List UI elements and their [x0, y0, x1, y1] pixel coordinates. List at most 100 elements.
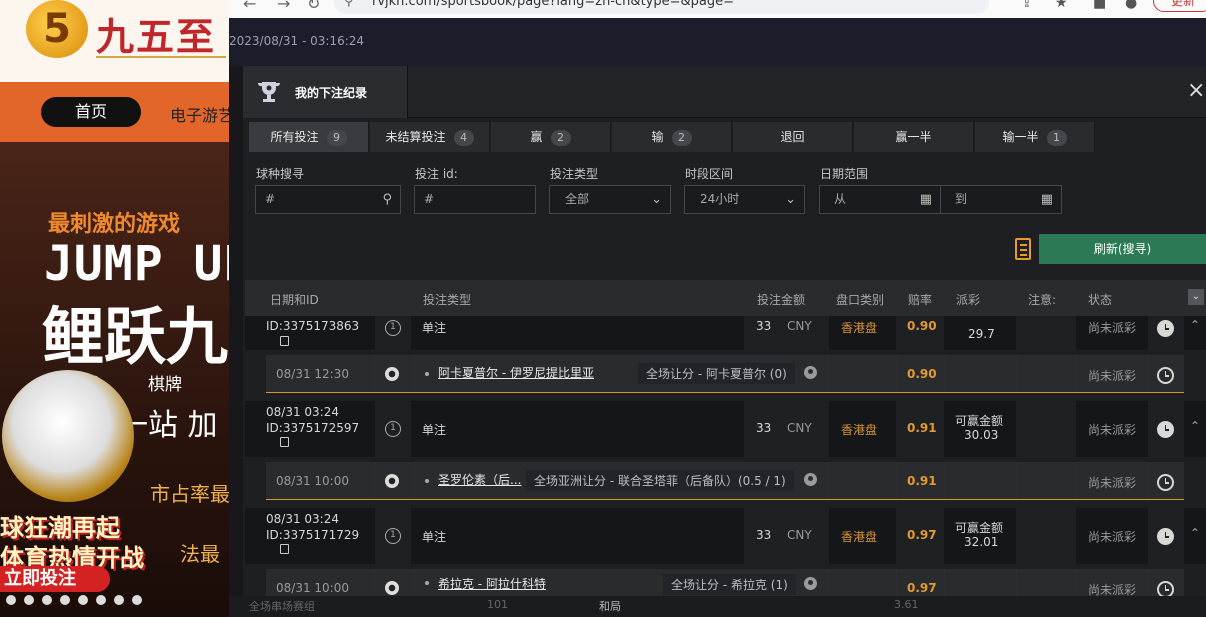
collapse-all-icon[interactable]: ⌄	[1188, 289, 1204, 305]
tab-all-bets[interactable]: 所有投注 9	[249, 122, 369, 152]
sport-search-label: 球种搜寻	[256, 167, 305, 181]
tab-search-icon[interactable]: ■	[1093, 0, 1106, 11]
bet-odds: 0.97	[907, 528, 937, 542]
back-arrow-icon[interactable]: ←	[243, 0, 256, 13]
date-to-input[interactable]: 到 ▦	[940, 185, 1062, 214]
copy-icon[interactable]	[280, 336, 289, 346]
date-from-placeholder: 从	[834, 192, 847, 206]
close-icon[interactable]: ×	[1187, 80, 1205, 102]
profile-icon[interactable]: ●	[1125, 0, 1137, 11]
chevron-up-icon[interactable]: ⌃	[1190, 419, 1200, 433]
odds-type: 香港盘	[841, 423, 878, 437]
tab-won[interactable]: 赢2	[491, 122, 611, 152]
date-range-label: 日期范围	[820, 167, 869, 181]
tab-count-badge: 4	[453, 130, 474, 146]
payout-label: 可赢金额	[955, 521, 1004, 535]
behind-text: 和局	[599, 600, 621, 613]
modal-title-tab: 我的下注纪录	[243, 66, 408, 118]
copy-icon[interactable]	[280, 544, 289, 554]
calendar-icon[interactable]: ▦	[1041, 186, 1053, 213]
clock-icon[interactable]	[1157, 528, 1174, 545]
bet-row[interactable]: ID:3375173863 1 单注 33 CNY 香港盘 0.90 29.7 …	[245, 316, 1206, 350]
bet-type-select[interactable]: 全部 ⌄	[549, 185, 671, 214]
tab-lost[interactable]: 输2	[612, 122, 732, 152]
site-logo-icon[interactable]: 5	[26, 0, 88, 58]
match-link[interactable]: 希拉克 - 阿拉什科特	[438, 575, 546, 592]
period-label: 时段区间	[685, 167, 734, 181]
bet-currency: CNY	[787, 319, 812, 333]
bet-row[interactable]: 08/31 03:24 ID:3375172597 1 单注 33 CNY 香港…	[245, 401, 1206, 457]
bet-status: 尚未派彩	[1088, 530, 1137, 544]
potential-payout: 32.01	[964, 535, 999, 549]
tab-label: 输	[651, 130, 664, 144]
col-amount: 投注金额	[757, 293, 806, 307]
bet-row[interactable]: 08/31 03:24 ID:3375171729 1 单注 33 CNY 香港…	[245, 508, 1206, 564]
leg-odds: 0.97	[907, 581, 937, 595]
chevron-up-icon[interactable]: ⌃	[1190, 318, 1200, 332]
bet-amount: 33	[756, 421, 772, 435]
forward-arrow-icon[interactable]: →	[277, 0, 290, 13]
market-selection: 全场亚洲让分 - 联合圣塔菲（后备队）(0.5 / 1)	[526, 470, 794, 491]
site-logo-text[interactable]: 九五至	[96, 6, 216, 61]
tab-count-badge: 1	[1046, 130, 1067, 146]
match-link[interactable]: 圣罗伦素（后...	[438, 471, 521, 488]
bet-type: 单注	[422, 423, 447, 437]
soccer-ball-icon	[385, 474, 399, 488]
address-bar[interactable]: ⚲ rvjkn.com/sportsbook/page?lang=zh-cn&t…	[334, 0, 989, 14]
date-from-input[interactable]: 从 ▦	[819, 185, 941, 214]
tab-half-lost[interactable]: 输一半 1	[975, 122, 1095, 152]
chevron-up-icon[interactable]: ⌃	[1190, 526, 1200, 540]
bookmark-star-icon[interactable]: ★	[1055, 0, 1068, 11]
bet-leg-row[interactable]: 08/31 12:30 阿卡夏普尔 - 伊罗尼提比里亚 全场让分 - 阿卡夏普尔…	[266, 355, 1184, 393]
table-header: 日期和ID 投注类型 投注金额 盘口类别 赔率 派彩 注意: 状态 ⌄	[245, 280, 1206, 316]
match-link[interactable]: 阿卡夏普尔 - 伊罗尼提比里亚	[438, 364, 594, 381]
reload-icon[interactable]: ↻	[307, 0, 320, 13]
site-time-bar: 2023/08/31 - 03:16:24	[229, 18, 1206, 66]
search-icon[interactable]: ⚲	[382, 186, 392, 213]
clock-icon[interactable]	[1157, 421, 1174, 438]
bet-id: ID:3375173863	[266, 319, 360, 333]
share-icon[interactable]: ⇪	[1021, 0, 1033, 11]
browser-toolbar: ← → ↻ ⚲ rvjkn.com/sportsbook/page?lang=z…	[229, 0, 1206, 18]
bet-leg-row[interactable]: 08/31 10:00 圣罗伦素（后... 全场亚洲让分 - 联合圣塔菲（后备队…	[266, 462, 1184, 500]
bet-status: 尚未派彩	[1088, 321, 1137, 335]
col-date-id: 日期和ID	[270, 293, 319, 307]
soccer-ball-icon	[385, 581, 399, 595]
bet-currency: CNY	[787, 421, 812, 435]
server-time: 2023/08/31 - 03:16:24	[229, 34, 365, 48]
bet-currency: CNY	[787, 528, 812, 542]
odds-type: 香港盘	[841, 530, 878, 544]
bet-now-button[interactable]: 立即投注	[0, 566, 110, 592]
screen: 5 九五至 首页 电子游艺 最刺激的游戏 JUMP UP 鲤跃九 子 捕 棋牌 …	[0, 0, 1206, 617]
potential-payout: 29.7	[968, 327, 995, 341]
update-button[interactable]: 更新	[1153, 0, 1206, 12]
lock-icon[interactable]: ⚲	[344, 0, 354, 14]
nav-egames-link[interactable]: 电子游艺	[170, 102, 232, 126]
clock-icon[interactable]	[1157, 367, 1174, 384]
nav-home-link[interactable]: 首页	[41, 97, 141, 127]
info-icon[interactable]	[804, 473, 817, 486]
info-icon[interactable]	[804, 577, 817, 590]
sport-search-input[interactable]: # ⚲	[255, 185, 401, 214]
period-select[interactable]: 24小时 ⌄	[684, 185, 805, 214]
behind-text: 3.61	[894, 598, 919, 611]
bet-amount: 33	[756, 319, 772, 333]
bet-type-label: 投注类型	[550, 167, 599, 181]
football-image	[2, 370, 134, 502]
refresh-search-button[interactable]: 刷新(搜寻)	[1039, 234, 1206, 264]
bet-id-input[interactable]: #	[414, 185, 536, 214]
copy-icon[interactable]	[280, 437, 289, 447]
clipboard-icon[interactable]	[1015, 238, 1031, 260]
carousel-dots[interactable]	[6, 590, 150, 609]
tab-unsettled[interactable]: 未结算投注 4	[370, 122, 490, 152]
period-value: 24小时	[700, 192, 740, 206]
bet-id: ID:3375172597	[266, 421, 360, 435]
clock-icon[interactable]	[1157, 474, 1174, 491]
tab-half-won[interactable]: 赢一半	[854, 122, 974, 152]
tab-label: 输一半	[1002, 130, 1039, 144]
clock-icon[interactable]	[1157, 320, 1174, 337]
info-icon[interactable]	[804, 366, 817, 379]
tab-count-badge: 9	[326, 130, 347, 146]
tab-refunded[interactable]: 退回	[733, 122, 853, 152]
calendar-icon[interactable]: ▦	[920, 186, 932, 213]
